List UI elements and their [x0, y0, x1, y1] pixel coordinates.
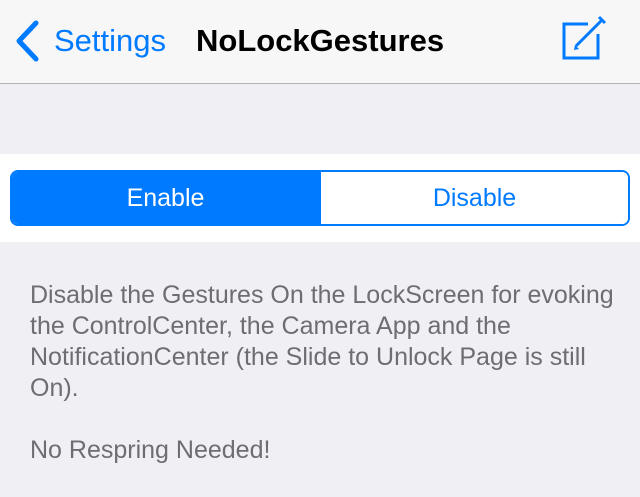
- back-button[interactable]: Settings: [14, 18, 166, 64]
- back-button-label: Settings: [54, 23, 167, 58]
- chevron-left-icon: [16, 20, 39, 62]
- segment-enable[interactable]: Enable: [12, 172, 319, 224]
- compose-icon: [562, 15, 607, 60]
- segmented-control: Enable Disable: [10, 170, 630, 226]
- footer-description: Disable the Gestures On the LockScreen f…: [30, 281, 614, 402]
- footer-note: No Respring Needed!: [30, 436, 271, 464]
- navigation-bar: Settings NoLockGestures: [0, 0, 640, 84]
- segmented-control-section: Enable Disable: [0, 154, 640, 242]
- compose-button[interactable]: [558, 12, 610, 64]
- segment-disable[interactable]: Disable: [319, 172, 628, 224]
- page-title: NoLockGestures: [196, 23, 445, 58]
- group-footer: Disable the Gestures On the LockScreen f…: [30, 280, 620, 466]
